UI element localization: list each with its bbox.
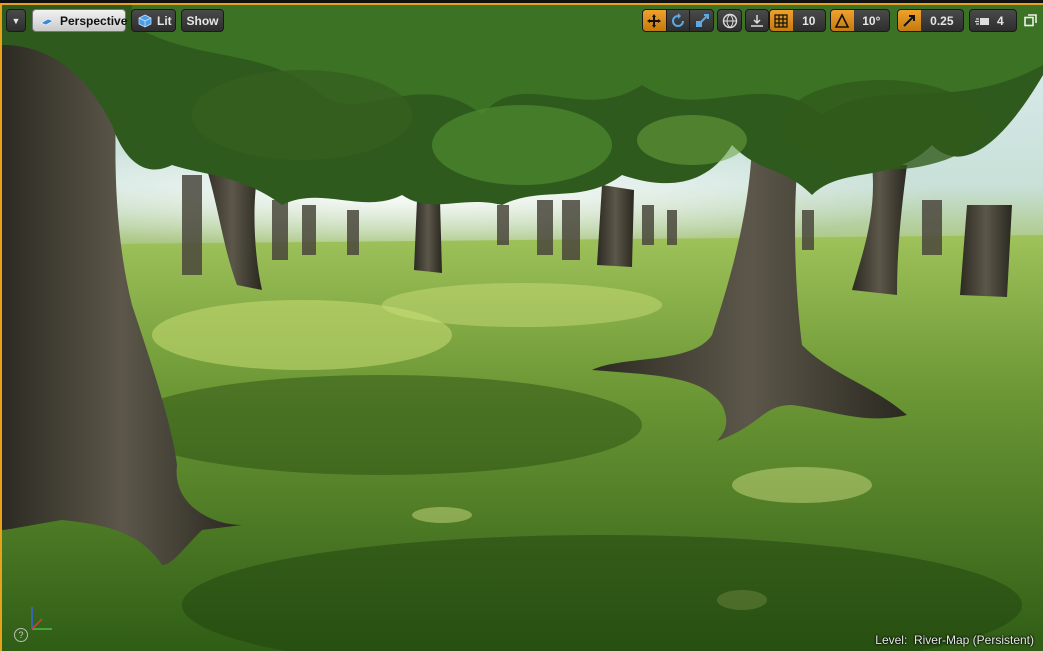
camera-speed-icon	[975, 13, 991, 29]
surface-snap-icon	[749, 13, 765, 29]
lit-cube-icon	[137, 13, 153, 29]
camera-speed-button[interactable]: 4	[969, 9, 1017, 32]
perspective-label: Perspective	[60, 13, 128, 28]
perspective-button[interactable]: Perspective	[32, 9, 128, 32]
show-button[interactable]: Show	[181, 9, 224, 32]
surface-snap-button[interactable]	[745, 9, 769, 32]
grid-snap-group: 10	[769, 9, 826, 32]
world-local-toggle[interactable]	[717, 9, 742, 32]
scale-tool-button[interactable]	[690, 10, 713, 31]
move-arrows-icon	[646, 13, 662, 29]
rotation-snap-group: 10°	[830, 9, 890, 32]
rotate-tool-button[interactable]	[667, 10, 690, 31]
viewport-scene[interactable]	[2, 5, 1043, 651]
maximize-icon	[1024, 14, 1037, 31]
angle-icon	[834, 12, 850, 29]
scale-snap-group: 0.25	[897, 9, 964, 32]
forest-render	[2, 5, 1043, 651]
scale-snap-toggle[interactable]	[898, 10, 921, 31]
rotation-snap-value[interactable]: 10°	[854, 10, 889, 31]
maximize-viewport-button[interactable]	[1024, 14, 1037, 27]
scale-icon	[694, 13, 710, 29]
axis-gizmo	[24, 597, 64, 637]
scale-snap-value[interactable]: 0.25	[921, 10, 963, 31]
scale-snap-label: 0.25	[930, 13, 954, 28]
lit-label: Lit	[157, 13, 172, 28]
level-prefix: Level:	[875, 633, 908, 647]
cube-perspective-icon	[39, 13, 55, 29]
grid-snap-label: 10	[802, 13, 816, 28]
viewport-options-button[interactable]: ▼	[6, 9, 26, 32]
grid-snap-toggle[interactable]	[770, 10, 793, 31]
viewport-focus-border-top	[0, 3, 1043, 5]
chevron-down-icon: ▼	[11, 15, 21, 26]
grid-snap-value[interactable]: 10	[793, 10, 825, 31]
grid-icon	[773, 13, 789, 29]
show-label: Show	[186, 13, 219, 28]
rotate-icon	[670, 12, 686, 29]
globe-icon	[722, 13, 738, 29]
transform-tools-group	[642, 9, 714, 32]
lit-mode-button[interactable]: Lit	[131, 9, 176, 32]
translate-tool-button[interactable]	[643, 10, 666, 31]
viewport-focus-border-left	[0, 3, 2, 651]
rotation-snap-label: 10°	[862, 13, 881, 28]
help-icon: ?	[14, 628, 28, 642]
scale-arrow-icon	[901, 13, 917, 29]
level-status: Level: River-Map (Persistent)	[875, 633, 1034, 647]
rotation-snap-toggle[interactable]	[831, 10, 854, 31]
camera-speed-label: 4	[997, 13, 1004, 28]
level-name: River-Map (Persistent)	[913, 633, 1034, 647]
